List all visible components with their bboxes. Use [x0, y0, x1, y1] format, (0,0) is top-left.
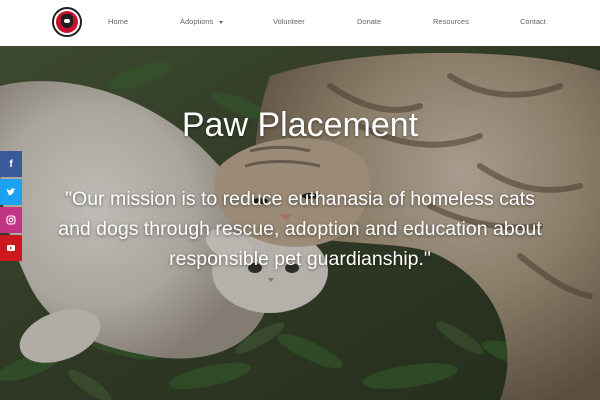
- nav-contact[interactable]: Contact: [520, 17, 546, 26]
- logo-detail: [64, 19, 70, 23]
- nav-resources[interactable]: Resources: [433, 17, 469, 26]
- twitter-icon: [6, 187, 16, 195]
- facebook-icon: f: [9, 158, 13, 170]
- hero-title: Paw Placement: [181, 106, 419, 144]
- top-navbar: Home Adoptions Volunteer Donate Resource…: [0, 0, 600, 47]
- nav-home[interactable]: Home: [108, 17, 128, 26]
- nav-adoptions-label: Adoptions: [180, 17, 214, 26]
- instagram-button[interactable]: [0, 207, 22, 233]
- facebook-button[interactable]: f: [0, 151, 22, 177]
- twitter-button[interactable]: [0, 179, 22, 205]
- mission-statement: "Our mission is to reduce euthanasia of …: [58, 188, 542, 270]
- youtube-button[interactable]: [0, 235, 22, 261]
- instagram-icon: [6, 215, 16, 225]
- nav-volunteer[interactable]: Volunteer: [273, 17, 305, 26]
- nav-donate[interactable]: Donate: [357, 17, 381, 26]
- paw-placement-logo[interactable]: [52, 7, 82, 37]
- chevron-down-icon: [219, 20, 224, 24]
- hero-section: Paw Placement "Our mission is to reduce …: [0, 46, 600, 400]
- youtube-icon: [7, 245, 15, 251]
- nav-adoptions[interactable]: Adoptions: [180, 17, 224, 26]
